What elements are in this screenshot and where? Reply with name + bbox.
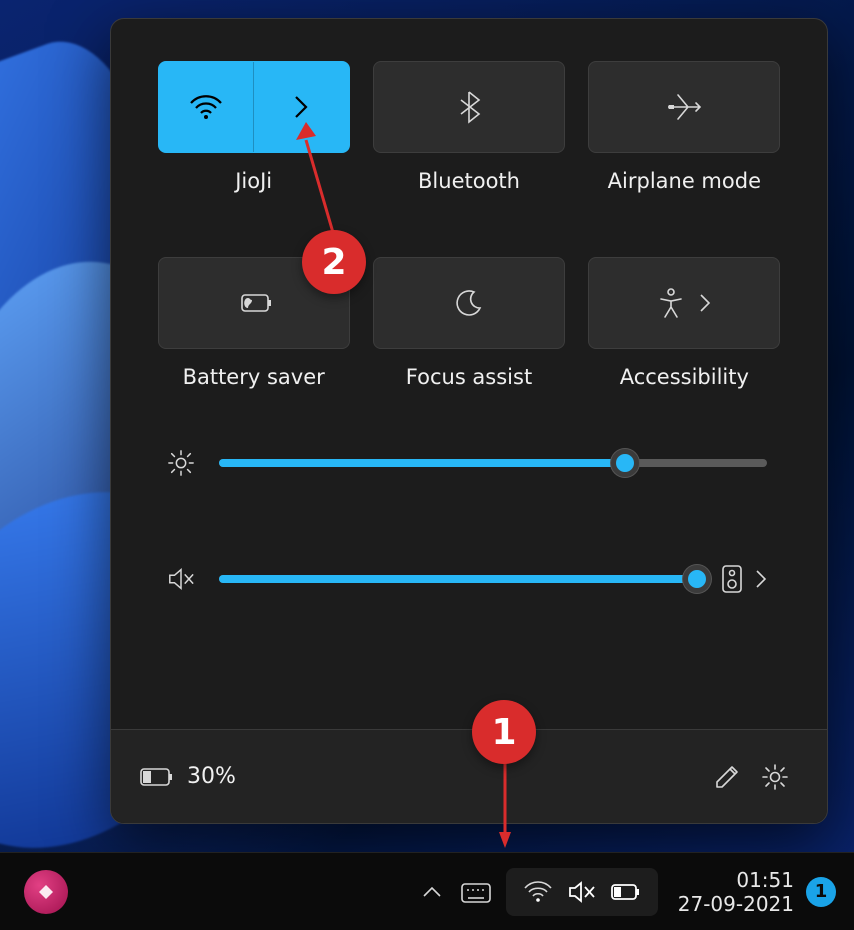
clock-date: 27-09-2021	[678, 892, 794, 916]
battery-saver-icon	[234, 290, 274, 316]
focus-assist-tile[interactable]	[373, 257, 565, 349]
accessibility-label: Accessibility	[620, 365, 749, 389]
pencil-icon	[713, 763, 741, 791]
notification-count-badge[interactable]: 1	[806, 877, 836, 907]
chevron-right-icon	[292, 93, 310, 121]
edit-quick-settings-button[interactable]	[703, 753, 751, 801]
tray-overflow-button[interactable]	[412, 872, 452, 912]
brightness-thumb[interactable]	[611, 449, 639, 477]
volume-muted-icon[interactable]	[167, 565, 195, 593]
quick-settings-footer: 30%	[111, 729, 827, 823]
focus-assist-label: Focus assist	[406, 365, 532, 389]
annotation-badge-2: 2	[302, 230, 366, 294]
settings-button[interactable]	[751, 753, 799, 801]
bluetooth-tile[interactable]	[373, 61, 565, 153]
keyboard-icon	[460, 880, 492, 904]
airplane-mode-tile[interactable]	[588, 61, 780, 153]
tray-volume-muted-icon[interactable]	[562, 872, 602, 912]
audio-output-icon[interactable]	[721, 564, 743, 594]
annotation-badge-1: 1	[472, 700, 536, 764]
battery-status[interactable]: 30%	[139, 764, 236, 789]
tray-wifi-icon[interactable]	[518, 872, 558, 912]
taskbar-clock[interactable]: 01:51 27-09-2021	[678, 868, 794, 916]
system-tray-network-area[interactable]	[506, 868, 658, 916]
accessibility-tile[interactable]	[588, 257, 780, 349]
bluetooth-icon	[457, 90, 481, 124]
taskbar: 01:51 27-09-2021 1	[0, 852, 854, 930]
volume-thumb[interactable]	[683, 565, 711, 593]
airplane-icon	[666, 91, 702, 123]
accessibility-icon	[657, 287, 685, 319]
wifi-toggle[interactable]	[159, 62, 254, 152]
taskbar-app-pinned[interactable]	[24, 870, 68, 914]
chevron-right-icon	[699, 293, 711, 313]
battery-icon	[139, 766, 175, 788]
brightness-icon	[167, 448, 195, 478]
quick-settings-panel: JioJi Bluetooth Airplane mode	[110, 18, 828, 824]
airplane-mode-label: Airplane mode	[608, 169, 761, 193]
brightness-slider-row	[167, 443, 767, 483]
battery-saver-label: Battery saver	[183, 365, 325, 389]
volume-slider[interactable]	[219, 575, 697, 583]
sliders-section	[111, 389, 827, 599]
wifi-icon	[189, 94, 223, 120]
annotation-arrow-1	[499, 760, 511, 850]
gear-icon	[760, 762, 790, 792]
quick-settings-grid: JioJi Bluetooth Airplane mode	[111, 19, 827, 389]
app-icon	[35, 881, 57, 903]
volume-slider-row	[167, 559, 767, 599]
chevron-up-icon	[421, 885, 443, 899]
brightness-slider[interactable]	[219, 459, 767, 467]
touch-keyboard-button[interactable]	[456, 872, 496, 912]
chevron-right-icon[interactable]	[755, 569, 767, 589]
annotation-arrow-2	[296, 122, 346, 242]
tray-battery-icon[interactable]	[606, 872, 646, 912]
clock-time: 01:51	[678, 868, 794, 892]
battery-percent-label: 30%	[187, 764, 236, 789]
moon-icon	[454, 288, 484, 318]
wifi-label: JioJi	[235, 169, 272, 193]
bluetooth-label: Bluetooth	[418, 169, 520, 193]
